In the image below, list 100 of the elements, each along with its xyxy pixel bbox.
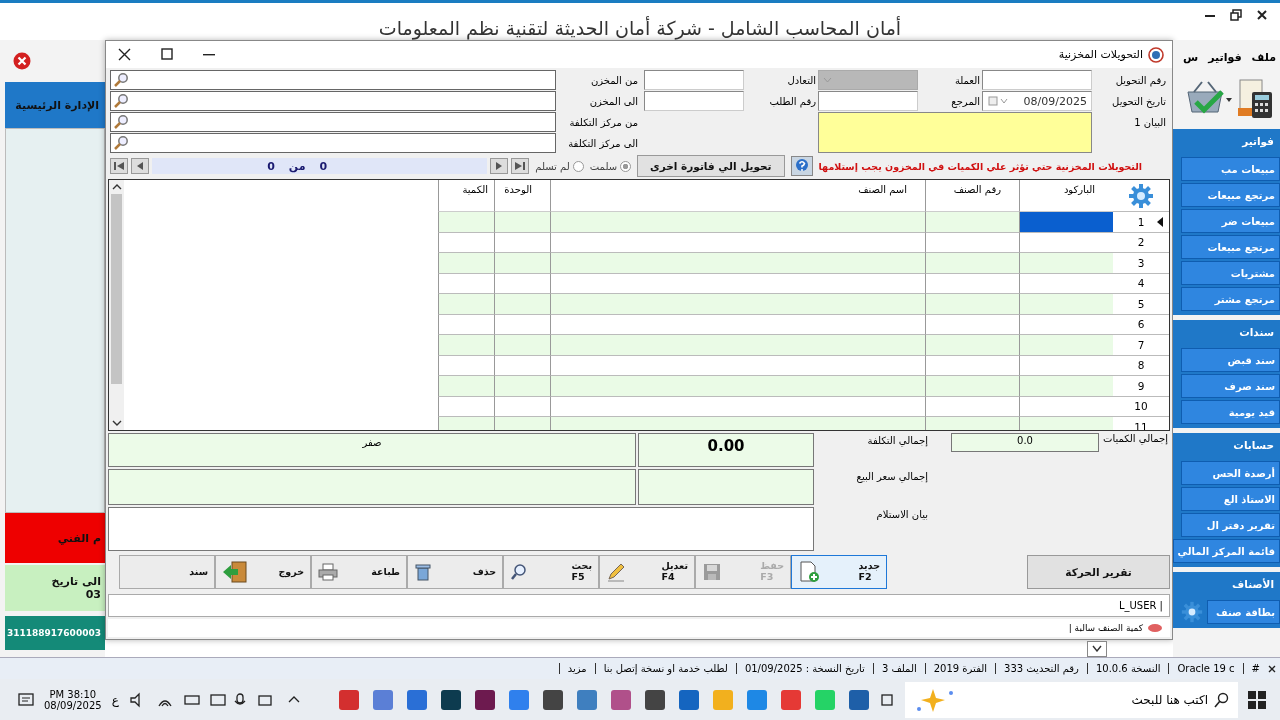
toolbar-button[interactable]: خروج	[215, 555, 311, 590]
sidebar-item[interactable]: الاستاذ الع	[1181, 487, 1280, 511]
table-cell[interactable]	[550, 253, 925, 274]
section-header[interactable]: الأصناف	[1173, 572, 1280, 596]
sidebar-item[interactable]: مرتجع مشتر	[1181, 287, 1280, 311]
radio-option[interactable]: لم تسلم	[535, 160, 584, 172]
taskbar-search-field[interactable]: اكتب هنا للبحث	[904, 681, 1238, 718]
sidebar-item[interactable]: قائمة المركز المالي	[1172, 539, 1280, 563]
sidebar-item[interactable]: سند صرف	[1181, 374, 1280, 398]
sidebar-item[interactable]: مبيعات مب	[1181, 157, 1280, 181]
receipt-note-field[interactable]	[108, 507, 814, 552]
table-cell[interactable]	[438, 294, 494, 315]
close-icon[interactable]	[118, 48, 131, 62]
sidebar-item[interactable]: بطاقة صنف	[1207, 600, 1280, 624]
date-field[interactable]: 08/09/2025	[982, 91, 1092, 112]
lookup-field[interactable]	[110, 133, 556, 154]
table-cell[interactable]	[438, 376, 494, 397]
table-cell[interactable]	[1019, 253, 1113, 274]
report-button[interactable]: تقرير الحركة	[1027, 555, 1170, 590]
table-cell[interactable]	[494, 294, 550, 315]
panel-header[interactable]: الإدارة الرئيسية	[5, 82, 105, 128]
table-cell[interactable]	[1019, 212, 1113, 233]
clock-time[interactable]: PM 38:10	[49, 688, 97, 700]
text-field[interactable]	[818, 91, 918, 112]
sidebar-item[interactable]: مبيعات ضر	[1181, 209, 1280, 233]
table-cell[interactable]	[550, 376, 925, 397]
table-cell[interactable]	[1019, 335, 1113, 356]
scroll-down-icon[interactable]	[111, 419, 122, 428]
start-icon[interactable]	[1248, 690, 1266, 709]
scrollbar[interactable]	[109, 180, 124, 431]
language-indicator[interactable]: ع	[111, 692, 119, 707]
taskbar-app-icon[interactable]	[474, 689, 495, 710]
toolbar-button[interactable]: سند	[119, 555, 215, 590]
first-record-icon[interactable]	[110, 158, 128, 175]
sidebar-item[interactable]: مشتريات	[1181, 261, 1280, 285]
taskbar-app-icon[interactable]	[848, 689, 869, 710]
table-cell[interactable]	[494, 376, 550, 397]
dashboard-tile[interactable]: م الفني	[5, 513, 105, 563]
sidebar-item[interactable]: مرتجع مبيعات	[1181, 183, 1280, 207]
table-cell[interactable]	[494, 253, 550, 274]
previous-record-icon[interactable]	[131, 158, 149, 175]
taskbar-app-icon[interactable]	[678, 689, 699, 710]
section-header[interactable]: حسابات	[1173, 433, 1280, 457]
table-cell[interactable]	[550, 212, 925, 233]
toolbar-button[interactable]: طباعة	[311, 555, 407, 590]
taskbar-app-icon[interactable]	[644, 689, 665, 710]
taskbar-app-icon[interactable]	[542, 689, 563, 710]
clock-date[interactable]: 08/09/2025	[44, 699, 102, 711]
table-cell[interactable]	[1019, 294, 1113, 315]
menu-item[interactable]: ملف	[1251, 50, 1276, 64]
table-cell[interactable]	[1019, 376, 1113, 397]
table-cell[interactable]	[494, 212, 550, 233]
next-record-icon[interactable]	[490, 158, 509, 175]
restore-icon[interactable]	[1230, 9, 1242, 21]
search-icon[interactable]	[1214, 691, 1230, 708]
section-header[interactable]: سندات	[1173, 320, 1280, 344]
caret-icon[interactable]	[1092, 645, 1102, 652]
taskbar-app-icon[interactable]	[440, 689, 461, 710]
help-icon[interactable]	[790, 156, 813, 177]
table-cell[interactable]	[550, 294, 925, 315]
text-field[interactable]	[644, 91, 744, 112]
menu-item[interactable]: فواتير	[1208, 50, 1242, 64]
lookup-field[interactable]	[110, 70, 556, 91]
taskbar-app-icon[interactable]	[338, 689, 359, 710]
note-field[interactable]	[818, 112, 1092, 154]
sidebar-item[interactable]: أرصدة الحس	[1181, 461, 1280, 485]
lookup-field[interactable]	[110, 91, 556, 112]
table-cell[interactable]	[438, 253, 494, 274]
sidebar-item[interactable]: مرتجع مبيعات	[1181, 235, 1280, 259]
sidebar-item[interactable]: قيد يومية	[1181, 400, 1280, 424]
settings-icon[interactable]	[1128, 182, 1154, 209]
task-view-icon[interactable]	[878, 691, 895, 708]
convert-button[interactable]: تحويل الي فاتورة اخرى	[637, 155, 785, 178]
table-cell[interactable]	[550, 335, 925, 356]
table-cell[interactable]	[925, 212, 1019, 233]
dropdown-field[interactable]	[1087, 640, 1107, 657]
text-field[interactable]	[644, 70, 744, 91]
scroll-up-icon[interactable]	[111, 183, 122, 191]
close-icon[interactable]	[1256, 9, 1268, 21]
table-cell[interactable]	[925, 294, 1019, 315]
section-header[interactable]: فواتير	[1173, 129, 1280, 153]
lookup-field[interactable]	[110, 112, 556, 133]
sidebar-item[interactable]: سند قبض	[1181, 348, 1280, 372]
last-record-icon[interactable]	[511, 158, 530, 175]
radio-option[interactable]: سلمت	[589, 160, 632, 172]
date-picker-icon[interactable]	[987, 96, 1009, 107]
table-cell[interactable]	[494, 335, 550, 356]
table-cell[interactable]	[925, 335, 1019, 356]
menu-item[interactable]: س	[1183, 50, 1199, 64]
table-cell[interactable]	[438, 212, 494, 233]
toolbar-button[interactable]: حذف	[407, 555, 503, 590]
table-cell[interactable]	[925, 253, 1019, 274]
sidebar-item[interactable]: تقرير دفتر ال	[1181, 513, 1280, 537]
notification-icon[interactable]	[18, 691, 34, 708]
dashboard-tile[interactable]: 311188917600003	[5, 616, 105, 650]
scrollbar-thumb[interactable]	[111, 194, 122, 385]
close-icon[interactable]	[1268, 664, 1276, 673]
text-field[interactable]	[982, 70, 1092, 91]
maximize-icon[interactable]	[161, 48, 173, 61]
table-cell[interactable]	[438, 335, 494, 356]
